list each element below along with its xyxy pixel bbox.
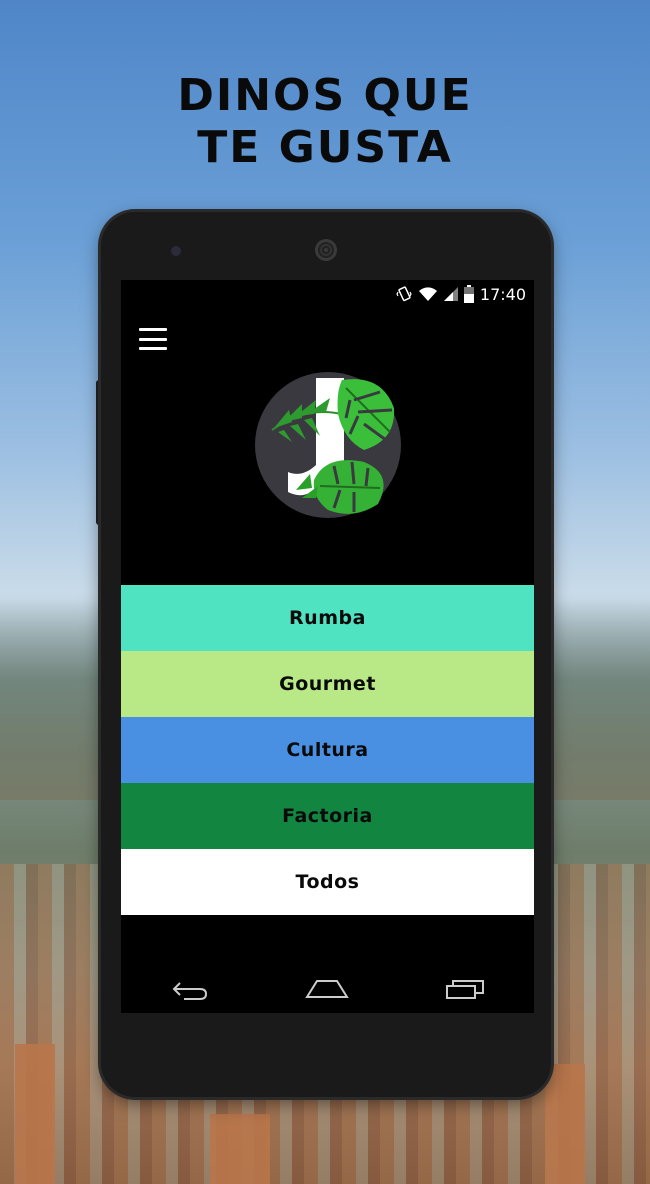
menu-item-label: Todos: [295, 871, 360, 893]
phone-frame: 17:40 Rumba Gourmet Cultura Factoria Tod…: [101, 212, 551, 1097]
earpiece-speaker: [315, 239, 337, 261]
phone-screen: 17:40 Rumba Gourmet Cultura Factoria Tod…: [121, 280, 534, 1013]
category-menu: Rumba Gourmet Cultura Factoria Todos: [121, 585, 534, 915]
background-building: [210, 1114, 270, 1184]
menu-item-cultura[interactable]: Cultura: [121, 717, 534, 783]
hamburger-menu-icon[interactable]: [139, 328, 167, 350]
menu-item-label: Cultura: [286, 739, 369, 761]
promo-headline: DINOS QUE TE GUSTA: [0, 70, 650, 174]
menu-item-todos[interactable]: Todos: [121, 849, 534, 915]
menu-item-rumba[interactable]: Rumba: [121, 585, 534, 651]
recents-icon[interactable]: [435, 969, 495, 1009]
menu-item-factoria[interactable]: Factoria: [121, 783, 534, 849]
menu-item-label: Gourmet: [279, 673, 376, 695]
status-bar: 17:40: [121, 280, 534, 308]
background-building: [15, 1044, 55, 1184]
menu-item-gourmet[interactable]: Gourmet: [121, 651, 534, 717]
home-icon[interactable]: [297, 969, 357, 1009]
status-time: 17:40: [479, 284, 526, 304]
navigation-bar: [121, 965, 534, 1013]
jungle-leaf-logo: [254, 370, 402, 520]
signal-icon: [443, 286, 458, 302]
back-icon[interactable]: [160, 969, 220, 1009]
front-camera: [171, 246, 181, 256]
menu-item-label: Factoria: [282, 805, 373, 827]
wifi-icon: [418, 286, 438, 302]
headline-line-2: TE GUSTA: [197, 122, 453, 173]
menu-item-label: Rumba: [289, 607, 366, 629]
background-building: [545, 1064, 585, 1184]
vibrate-icon: [396, 286, 412, 302]
headline-line-1: DINOS QUE: [177, 70, 473, 121]
battery-icon: [463, 285, 474, 303]
